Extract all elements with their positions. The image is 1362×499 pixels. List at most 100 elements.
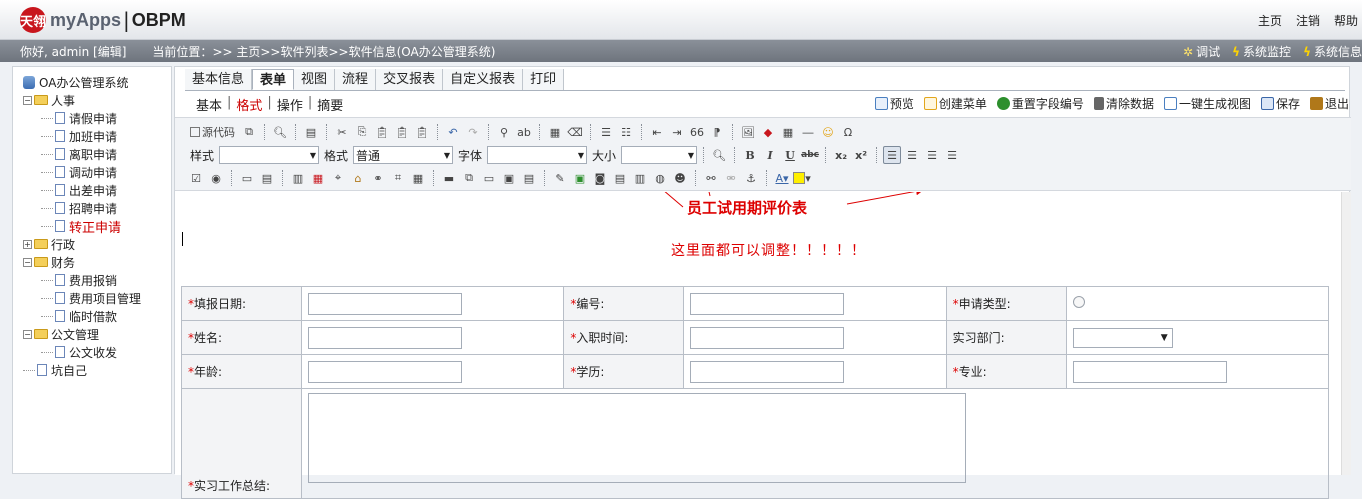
tree-item[interactable]: 招聘申请: [23, 199, 171, 217]
report-icon[interactable]: ▥: [631, 169, 649, 187]
link-icon[interactable]: ⚯: [702, 169, 720, 187]
expand-icon[interactable]: +: [23, 239, 32, 249]
flash-icon[interactable]: ◆: [759, 123, 777, 141]
user-icon[interactable]: ☻: [671, 169, 689, 187]
link-tool-icon[interactable]: ⚭: [369, 169, 387, 187]
horizontal-rule-icon[interactable]: ―: [799, 123, 817, 141]
table-icon[interactable]: ▦: [779, 123, 797, 141]
work-summary-textarea[interactable]: [308, 393, 966, 483]
tree-item[interactable]: 费用项目管理: [23, 289, 171, 307]
unordered-list-icon[interactable]: ☷: [617, 123, 635, 141]
align-right-icon[interactable]: ☰: [923, 146, 941, 164]
tree-item[interactable]: 调动申请: [23, 163, 171, 181]
superscript-button[interactable]: x²: [852, 146, 870, 164]
tree-folder-admin[interactable]: + 行政: [23, 235, 171, 253]
picture-icon[interactable]: ▣: [571, 169, 589, 187]
strikethrough-button[interactable]: abc: [801, 146, 819, 164]
major-input[interactable]: [1072, 360, 1227, 383]
image-icon[interactable]: 🖼︎: [739, 123, 757, 141]
format-select[interactable]: 普通 ▼: [353, 146, 454, 164]
align-left-icon[interactable]: ☰: [883, 146, 902, 164]
grid-tool-icon[interactable]: ▦: [409, 169, 427, 187]
age-input[interactable]: [308, 360, 462, 383]
subtab-summary[interactable]: 摘要: [314, 95, 346, 114]
tab-form[interactable]: 表单: [252, 69, 295, 90]
text-color-icon[interactable]: A▾: [773, 169, 791, 187]
exit-button[interactable]: 退出: [1309, 95, 1349, 112]
tab-cross-report[interactable]: 交叉报表: [376, 69, 444, 90]
tab-flow[interactable]: 流程: [335, 69, 377, 90]
bold-button[interactable]: B: [741, 146, 759, 164]
template-icon[interactable]: ▤: [302, 123, 320, 141]
blockquote-icon[interactable]: 66: [688, 123, 706, 141]
select-tool-icon[interactable]: ⌖: [329, 169, 347, 187]
debug-link[interactable]: ✲ 调试: [1183, 43, 1220, 60]
radio-tool-icon[interactable]: ◉: [207, 169, 225, 187]
tree-item[interactable]: 离职申请: [23, 145, 171, 163]
tree-item-doc[interactable]: 坑自己: [23, 361, 171, 379]
style-select[interactable]: ▼: [219, 146, 320, 164]
form-tool-icon[interactable]: ▥: [289, 169, 307, 187]
subscript-button[interactable]: x₂: [832, 146, 850, 164]
underline-button[interactable]: U: [781, 146, 799, 164]
subtab-format[interactable]: 格式: [233, 95, 265, 114]
tree-item[interactable]: 出差申请: [23, 181, 171, 199]
editor-content[interactable]: 员工试用期评价表 这里面都可以调整！！！！！ *填报日期: *编号: *申请类型…: [175, 192, 1351, 499]
italic-button[interactable]: I: [761, 146, 779, 164]
cut-icon[interactable]: ✂: [333, 123, 351, 141]
collapse-icon[interactable]: −: [23, 257, 32, 267]
tree-item[interactable]: 公文收发: [23, 343, 171, 361]
size-select[interactable]: ▼: [621, 146, 698, 164]
indent-icon[interactable]: ⇥: [668, 123, 686, 141]
intern-dept-select[interactable]: ▼: [1072, 327, 1173, 348]
copy-icon[interactable]: ⎘: [353, 123, 371, 141]
unlink-icon[interactable]: ⚮: [722, 169, 740, 187]
tree-item[interactable]: 费用报销: [23, 271, 171, 289]
tab-view[interactable]: 视图: [294, 69, 336, 90]
div-icon[interactable]: ⁋: [708, 123, 726, 141]
source-code-button[interactable]: 源代码: [187, 123, 238, 141]
tab-basic-info[interactable]: 基本信息: [185, 69, 253, 90]
breadcrumb[interactable]: >> 主页>>软件列表>>软件信息(OA办公管理系统): [212, 43, 495, 60]
textfield-tool-icon[interactable]: ▭: [238, 169, 256, 187]
pencil-icon[interactable]: ✎: [551, 169, 569, 187]
education-input[interactable]: [690, 360, 845, 383]
camera-icon[interactable]: ◙: [591, 169, 609, 187]
copy-tool-icon[interactable]: ⧉: [460, 169, 478, 187]
checkbox-tool-icon[interactable]: ☑: [187, 169, 205, 187]
collapse-icon[interactable]: −: [23, 329, 32, 339]
vertical-scrollbar[interactable]: [1341, 192, 1351, 475]
collapse-icon[interactable]: −: [23, 95, 32, 105]
monitor-link[interactable]: ϟ 系统监控: [1232, 43, 1291, 60]
ordered-list-icon[interactable]: ☰: [597, 123, 615, 141]
align-center-icon[interactable]: ☰: [903, 146, 921, 164]
tab-custom-report[interactable]: 自定义报表: [443, 69, 524, 90]
tree-tool-icon[interactable]: ⌗: [389, 169, 407, 187]
chart-icon[interactable]: ◍: [651, 169, 669, 187]
subtab-basic[interactable]: 基本: [193, 95, 225, 114]
preview-button[interactable]: 预览: [874, 95, 914, 112]
name-input[interactable]: [308, 326, 462, 349]
anchor-icon[interactable]: ⚓: [742, 169, 760, 187]
tree-item-active[interactable]: 转正申请: [23, 217, 171, 236]
textarea-tool-icon[interactable]: ▤: [258, 169, 276, 187]
eraser-icon[interactable]: ⌫: [566, 123, 584, 141]
apply-type-radio[interactable]: [1072, 296, 1085, 308]
special-char-icon[interactable]: Ω: [839, 123, 857, 141]
number-input[interactable]: [690, 292, 845, 315]
save-button[interactable]: 保存: [1260, 95, 1300, 112]
tree-folder-docs[interactable]: − 公文管理: [23, 325, 171, 343]
create-menu-button[interactable]: 创建菜单: [923, 95, 987, 112]
sysinfo-link[interactable]: ϟ 系统信息: [1303, 43, 1362, 60]
copy-page-icon[interactable]: ⧉: [240, 123, 258, 141]
line-tool-icon[interactable]: ▬: [440, 169, 458, 187]
calendar-tool-icon[interactable]: ▦: [309, 169, 327, 187]
paste-word-icon[interactable]: 📋︎: [413, 123, 431, 141]
smiley-icon[interactable]: ☺: [819, 123, 837, 141]
tree-folder-finance[interactable]: − 财务: [23, 253, 171, 271]
replace-icon[interactable]: ab: [515, 123, 533, 141]
tree-item[interactable]: 请假申请: [23, 109, 171, 127]
document-icon[interactable]: ▤: [611, 169, 629, 187]
align-justify-icon[interactable]: ☰: [943, 146, 961, 164]
zoom-icon[interactable]: 🔍︎: [710, 146, 728, 164]
